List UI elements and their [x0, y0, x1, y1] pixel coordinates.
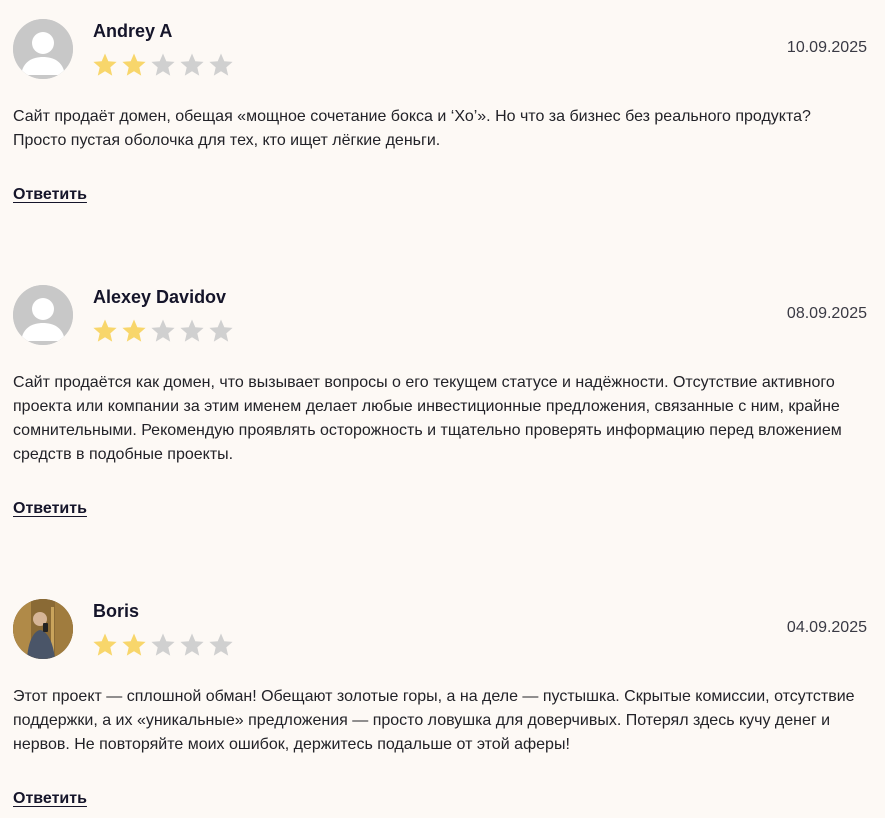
- review-date: 10.09.2025: [786, 39, 867, 56]
- default-avatar-icon: [13, 285, 73, 345]
- review-author: Andrey A: [93, 21, 173, 41]
- review-text: Сайт продаёт домен, обещая «мощное сочет…: [13, 108, 811, 149]
- star-filled-icon: [122, 633, 146, 656]
- star-empty-icon: [180, 319, 204, 342]
- star-filled-icon: [122, 319, 146, 342]
- review-text: Этот проект — сплошной обман! Обещают зо…: [13, 688, 855, 753]
- star-filled-icon: [93, 633, 117, 656]
- review-author: Boris: [93, 601, 140, 621]
- reply-link[interactable]: Ответить: [13, 790, 87, 808]
- review-item: Boris 04.09.2025 Этот проект — сплошной …: [13, 599, 867, 818]
- star-empty-icon: [151, 53, 175, 76]
- review-author: Alexey Davidov: [93, 287, 227, 307]
- review-date: 04.09.2025: [786, 619, 867, 636]
- star-filled-icon: [93, 53, 117, 76]
- review-item: Alexey Davidov 08.09.2025 Сайт продаётся…: [13, 285, 867, 525]
- star-rating: [92, 318, 234, 344]
- star-empty-icon: [151, 319, 175, 342]
- star-filled-icon: [93, 319, 117, 342]
- star-empty-icon: [151, 633, 175, 656]
- review-item: Andrey A 10.09.2025 Сайт продаёт домен, …: [13, 19, 867, 209]
- star-rating: [92, 52, 234, 78]
- review-text: Сайт продаётся как домен, что вызывает в…: [13, 374, 842, 463]
- star-empty-icon: [209, 53, 233, 76]
- star-empty-icon: [209, 633, 233, 656]
- star-filled-icon: [122, 53, 146, 76]
- review-date: 08.09.2025: [786, 305, 867, 322]
- star-empty-icon: [180, 53, 204, 76]
- star-empty-icon: [180, 633, 204, 656]
- reply-link[interactable]: Ответить: [13, 500, 87, 518]
- user-photo-avatar: [13, 599, 73, 659]
- default-avatar-icon: [13, 19, 73, 79]
- reply-link[interactable]: Ответить: [13, 186, 87, 204]
- star-rating: [92, 632, 234, 658]
- star-empty-icon: [209, 319, 233, 342]
